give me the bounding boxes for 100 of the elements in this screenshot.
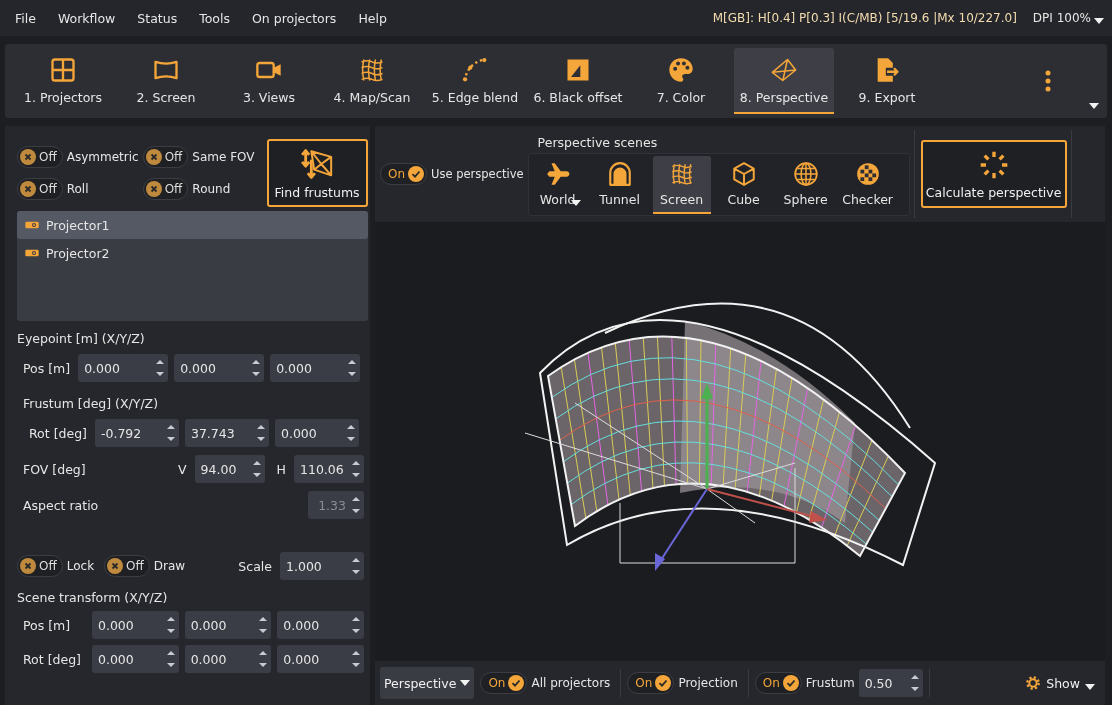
- number-field[interactable]: -0.792: [94, 419, 179, 447]
- option-label: Same FOV: [192, 150, 255, 164]
- field-label: Scale: [237, 558, 272, 574]
- menu-item[interactable]: Tools: [188, 10, 241, 26]
- number-field[interactable]: 0.000: [91, 645, 179, 673]
- toolbar-tab[interactable]: 6. Black offset: [528, 48, 628, 114]
- number-field[interactable]: 0.000: [184, 645, 272, 673]
- spinner-arrows-icon[interactable]: [252, 358, 261, 378]
- field-label: Rot [deg]: [28, 425, 87, 441]
- projector-list-item[interactable]: Projector1: [17, 211, 368, 239]
- menu-item[interactable]: File: [4, 10, 47, 26]
- number-field[interactable]: 0.000: [277, 611, 364, 639]
- field-label: Pos [m]: [22, 360, 71, 376]
- toggle-switch[interactable]: Off: [17, 146, 63, 168]
- section-title: Eyepoint [m] (X/Y/Z): [17, 331, 146, 346]
- number-field[interactable]: 0.000: [78, 354, 169, 382]
- option-label: Lock: [66, 559, 95, 573]
- find-frustums-button[interactable]: Find frustums: [266, 139, 368, 207]
- toolbar-tab[interactable]: 2. Screen: [116, 48, 216, 114]
- number-field[interactable]: 37.743: [184, 419, 269, 447]
- number-field[interactable]: 0.000: [274, 419, 359, 447]
- check-icon: [782, 675, 799, 691]
- toolbar-tab[interactable]: 8. Perspective: [734, 48, 834, 114]
- toolbar-tab[interactable]: 3. Views: [219, 48, 319, 114]
- toggle-switch[interactable]: Off: [142, 178, 189, 200]
- more-icon[interactable]: [1045, 69, 1051, 93]
- number-field[interactable]: 94.00: [194, 455, 265, 483]
- toggle-switch[interactable]: On: [480, 672, 528, 694]
- toolbar-tab[interactable]: 9. Export: [837, 48, 937, 114]
- toolbar-tab[interactable]: 5. Edge blend: [425, 48, 525, 114]
- option-label: Asymmetric: [66, 150, 139, 164]
- field-label: Aspect ratio: [22, 497, 99, 513]
- close-icon: [20, 558, 36, 574]
- number-field[interactable]: 0.000: [91, 611, 179, 639]
- menu-item[interactable]: Help: [347, 10, 398, 26]
- close-icon: [20, 181, 36, 197]
- spinner-arrows-icon[interactable]: [259, 615, 268, 635]
- scene-button[interactable]: Tunnel: [590, 156, 649, 214]
- view-mode-dropdown[interactable]: Perspective: [380, 667, 475, 699]
- scene-button[interactable]: World: [528, 156, 587, 214]
- scene-button[interactable]: Cube: [714, 156, 773, 214]
- option-label: Use perspective: [431, 167, 524, 181]
- memory-status: M[GB]: H[0.4] P[0.3] I(C/MB) [5/19.6 |Mx 10/227.0]: [712, 11, 1017, 25]
- scene-button[interactable]: Screen: [652, 156, 711, 214]
- toolbar-tab[interactable]: 7. Color: [631, 48, 731, 114]
- number-field[interactable]: 0.000: [174, 354, 265, 382]
- toggle-switch[interactable]: On: [380, 163, 428, 185]
- toolbar-tab[interactable]: 1. Projectors: [13, 48, 113, 114]
- toggle-switch[interactable]: Off: [17, 178, 63, 200]
- option-label: Frustum: [805, 676, 855, 690]
- number-field[interactable]: 0.000: [270, 354, 361, 382]
- spinner-arrows-icon[interactable]: [352, 649, 360, 669]
- spinner-arrows-icon[interactable]: [352, 615, 360, 635]
- option-label: Roll: [66, 182, 89, 196]
- spinner-arrows-icon[interactable]: [256, 423, 265, 443]
- number-field[interactable]: 0.000: [184, 611, 272, 639]
- field-label: FOV [deg]: [22, 461, 86, 477]
- spinner-arrows-icon[interactable]: [166, 649, 175, 669]
- scene-button[interactable]: Sphere: [776, 156, 835, 214]
- check-icon: [408, 166, 425, 182]
- spinner-arrows-icon[interactable]: [346, 423, 355, 443]
- spinner-arrows-icon[interactable]: [252, 459, 261, 479]
- menu-item[interactable]: On projectors: [240, 10, 348, 26]
- option-label: Draw: [153, 559, 186, 573]
- scene-button[interactable]: Checker: [838, 156, 897, 214]
- show-menu-button[interactable]: Show: [1025, 675, 1095, 691]
- caret-icon: [460, 679, 471, 686]
- spinner-arrows-icon[interactable]: [352, 459, 360, 479]
- option-label: Round: [192, 182, 231, 196]
- number-field[interactable]: 110.06: [294, 455, 364, 483]
- caret-icon: [1089, 103, 1099, 109]
- projector-list-item[interactable]: Projector2: [17, 239, 368, 267]
- field-label: V: [177, 461, 187, 477]
- globe-icon: [792, 161, 819, 187]
- calculate-perspective-button[interactable]: Calculate perspective: [920, 140, 1067, 208]
- spinner-arrows-icon[interactable]: [348, 358, 357, 378]
- curve-icon: [461, 55, 489, 84]
- toggle-switch[interactable]: Off: [104, 555, 150, 577]
- caret-icon: [1094, 18, 1104, 24]
- close-icon: [145, 181, 162, 197]
- spinner-arrows-icon[interactable]: [352, 556, 360, 576]
- number-field[interactable]: 1.000: [280, 552, 364, 580]
- option-label: Projection: [678, 676, 738, 690]
- close-icon: [145, 149, 162, 165]
- menu-item[interactable]: Workflow: [46, 10, 127, 26]
- spinner-arrows-icon[interactable]: [166, 423, 175, 443]
- toggle-switch[interactable]: On: [627, 672, 675, 694]
- tunnel-icon: [606, 161, 633, 187]
- spinner-arrows-icon[interactable]: [259, 649, 268, 669]
- spinner-arrows-icon[interactable]: [910, 673, 919, 693]
- number-field[interactable]: 0.000: [277, 645, 364, 673]
- menu-item[interactable]: Status: [126, 10, 189, 26]
- spinner-arrows-icon[interactable]: [166, 615, 175, 635]
- number-field[interactable]: 0.50: [858, 669, 923, 697]
- toolbar-tab[interactable]: 4. Map/Scan: [322, 48, 422, 114]
- toggle-switch[interactable]: Off: [142, 146, 189, 168]
- spinner-arrows-icon[interactable]: [156, 358, 165, 378]
- toggle-switch[interactable]: On: [754, 672, 802, 694]
- toggle-switch[interactable]: Off: [17, 555, 63, 577]
- dpi-dropdown[interactable]: DPI 100%: [1032, 11, 1104, 25]
